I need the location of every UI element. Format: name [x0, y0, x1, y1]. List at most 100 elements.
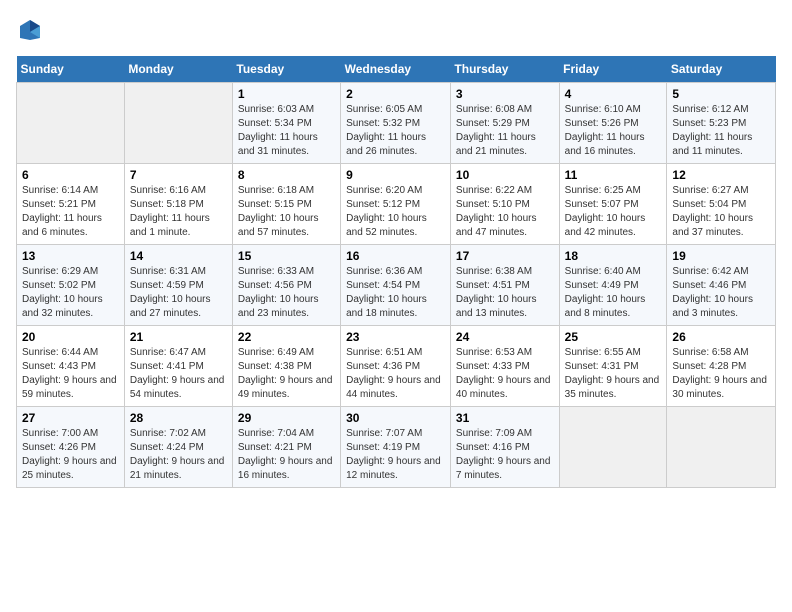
day-info: Sunrise: 6:03 AMSunset: 5:34 PMDaylight:… — [238, 103, 335, 159]
calendar-cell — [17, 83, 125, 164]
day-number: 28 — [130, 411, 227, 425]
day-number: 27 — [22, 411, 119, 425]
day-number: 3 — [456, 87, 554, 101]
day-number: 14 — [130, 249, 227, 263]
day-number: 31 — [456, 411, 554, 425]
day-info: Sunrise: 6:40 AMSunset: 4:49 PMDaylight:… — [565, 265, 662, 321]
calendar-cell: 30 Sunrise: 7:07 AMSunset: 4:19 PMDayligh… — [341, 407, 451, 488]
calendar-cell: 16Sunrise: 6:36 AMSunset: 4:54 PMDayligh… — [341, 245, 451, 326]
day-header-monday: Monday — [124, 56, 232, 83]
day-number: 4 — [565, 87, 662, 101]
day-number: 18 — [565, 249, 662, 263]
calendar-cell: 9 Sunrise: 6:20 AMSunset: 5:12 PMDaylight… — [341, 164, 451, 245]
day-info: Sunrise: 6:16 AMSunset: 5:18 PMDaylight:… — [130, 184, 227, 240]
calendar-week-4: 20 Sunrise: 6:44 AMSunset: 4:43 PMDayligh… — [17, 326, 776, 407]
day-info: Sunrise: 6:33 AMSunset: 4:56 PMDaylight:… — [238, 265, 335, 321]
calendar-cell: 26 Sunrise: 6:58 AMSunset: 4:28 PMDayligh… — [667, 326, 776, 407]
calendar-cell: 15 Sunrise: 6:33 AMSunset: 4:56 PMDayligh… — [232, 245, 340, 326]
calendar-cell: 7 Sunrise: 6:16 AMSunset: 5:18 PMDaylight… — [124, 164, 232, 245]
day-number: 8 — [238, 168, 335, 182]
day-info: Sunrise: 7:02 AMSunset: 4:24 PMDaylight:… — [130, 427, 227, 483]
calendar-cell: 5 Sunrise: 6:12 AMSunset: 5:23 PMDaylight… — [667, 83, 776, 164]
day-number: 26 — [672, 330, 770, 344]
day-info: Sunrise: 6:47 AMSunset: 4:41 PMDaylight:… — [130, 346, 227, 402]
day-number: 24 — [456, 330, 554, 344]
day-info: Sunrise: 6:29 AMSunset: 5:02 PMDaylight:… — [22, 265, 119, 321]
day-info: Sunrise: 7:00 AMSunset: 4:26 PMDaylight:… — [22, 427, 119, 483]
calendar-cell: 14 Sunrise: 6:31 AMSunset: 4:59 PMDayligh… — [124, 245, 232, 326]
calendar-cell: 2Sunrise: 6:05 AMSunset: 5:32 PMDaylight… — [341, 83, 451, 164]
page-header — [16, 16, 776, 44]
calendar-cell: 21 Sunrise: 6:47 AMSunset: 4:41 PMDayligh… — [124, 326, 232, 407]
calendar-cell: 17 Sunrise: 6:38 AMSunset: 4:51 PMDayligh… — [450, 245, 559, 326]
day-info: Sunrise: 6:27 AMSunset: 5:04 PMDaylight:… — [672, 184, 770, 240]
day-info: Sunrise: 7:04 AMSunset: 4:21 PMDaylight:… — [238, 427, 335, 483]
calendar-cell: 4Sunrise: 6:10 AMSunset: 5:26 PMDaylight… — [559, 83, 667, 164]
day-number: 21 — [130, 330, 227, 344]
day-info: Sunrise: 6:12 AMSunset: 5:23 PMDaylight:… — [672, 103, 770, 159]
logo-icon — [16, 16, 44, 44]
day-info: Sunrise: 6:14 AMSunset: 5:21 PMDaylight:… — [22, 184, 119, 240]
day-info: Sunrise: 6:51 AMSunset: 4:36 PMDaylight:… — [346, 346, 445, 402]
day-info: Sunrise: 6:53 AMSunset: 4:33 PMDaylight:… — [456, 346, 554, 402]
day-number: 1 — [238, 87, 335, 101]
calendar-cell — [667, 407, 776, 488]
day-info: Sunrise: 6:42 AMSunset: 4:46 PMDaylight:… — [672, 265, 770, 321]
logo — [16, 16, 48, 44]
calendar-cell: 1 Sunrise: 6:03 AMSunset: 5:34 PMDaylight… — [232, 83, 340, 164]
calendar-week-2: 6 Sunrise: 6:14 AMSunset: 5:21 PMDaylight… — [17, 164, 776, 245]
calendar-cell: 8 Sunrise: 6:18 AMSunset: 5:15 PMDaylight… — [232, 164, 340, 245]
calendar-cell: 20 Sunrise: 6:44 AMSunset: 4:43 PMDayligh… — [17, 326, 125, 407]
day-number: 23 — [346, 330, 445, 344]
calendar-cell — [124, 83, 232, 164]
day-number: 17 — [456, 249, 554, 263]
day-header-friday: Friday — [559, 56, 667, 83]
day-header-wednesday: Wednesday — [341, 56, 451, 83]
calendar-cell: 3 Sunrise: 6:08 AMSunset: 5:29 PMDaylight… — [450, 83, 559, 164]
day-number: 9 — [346, 168, 445, 182]
calendar-cell: 12 Sunrise: 6:27 AMSunset: 5:04 PMDayligh… — [667, 164, 776, 245]
day-info: Sunrise: 7:09 AMSunset: 4:16 PMDaylight:… — [456, 427, 554, 483]
day-info: Sunrise: 6:05 AMSunset: 5:32 PMDaylight:… — [346, 103, 445, 159]
day-header-sunday: Sunday — [17, 56, 125, 83]
calendar-cell: 18 Sunrise: 6:40 AMSunset: 4:49 PMDayligh… — [559, 245, 667, 326]
day-number: 13 — [22, 249, 119, 263]
day-info: Sunrise: 6:18 AMSunset: 5:15 PMDaylight:… — [238, 184, 335, 240]
day-info: Sunrise: 6:58 AMSunset: 4:28 PMDaylight:… — [672, 346, 770, 402]
calendar-cell: 13 Sunrise: 6:29 AMSunset: 5:02 PMDayligh… — [17, 245, 125, 326]
day-info: Sunrise: 6:31 AMSunset: 4:59 PMDaylight:… — [130, 265, 227, 321]
calendar-cell: 27 Sunrise: 7:00 AMSunset: 4:26 PMDayligh… — [17, 407, 125, 488]
day-header-tuesday: Tuesday — [232, 56, 340, 83]
day-number: 15 — [238, 249, 335, 263]
calendar-cell: 6 Sunrise: 6:14 AMSunset: 5:21 PMDaylight… — [17, 164, 125, 245]
day-number: 16 — [346, 249, 445, 263]
day-info: Sunrise: 6:20 AMSunset: 5:12 PMDaylight:… — [346, 184, 445, 240]
calendar-cell: 24 Sunrise: 6:53 AMSunset: 4:33 PMDayligh… — [450, 326, 559, 407]
day-info: Sunrise: 6:22 AMSunset: 5:10 PMDaylight:… — [456, 184, 554, 240]
day-info: Sunrise: 6:49 AMSunset: 4:38 PMDaylight:… — [238, 346, 335, 402]
day-header-saturday: Saturday — [667, 56, 776, 83]
calendar-week-1: 1 Sunrise: 6:03 AMSunset: 5:34 PMDaylight… — [17, 83, 776, 164]
day-number: 11 — [565, 168, 662, 182]
day-number: 7 — [130, 168, 227, 182]
day-info: Sunrise: 6:25 AMSunset: 5:07 PMDaylight:… — [565, 184, 662, 240]
day-header-thursday: Thursday — [450, 56, 559, 83]
header-row: SundayMondayTuesdayWednesdayThursdayFrid… — [17, 56, 776, 83]
calendar-header: SundayMondayTuesdayWednesdayThursdayFrid… — [17, 56, 776, 83]
calendar-body: 1 Sunrise: 6:03 AMSunset: 5:34 PMDaylight… — [17, 83, 776, 488]
day-number: 12 — [672, 168, 770, 182]
day-info: Sunrise: 6:44 AMSunset: 4:43 PMDaylight:… — [22, 346, 119, 402]
day-info: Sunrise: 6:38 AMSunset: 4:51 PMDaylight:… — [456, 265, 554, 321]
day-number: 20 — [22, 330, 119, 344]
day-number: 5 — [672, 87, 770, 101]
day-number: 30 — [346, 411, 445, 425]
day-info: Sunrise: 7:07 AMSunset: 4:19 PMDaylight:… — [346, 427, 445, 483]
day-number: 6 — [22, 168, 119, 182]
calendar-cell: 19 Sunrise: 6:42 AMSunset: 4:46 PMDayligh… — [667, 245, 776, 326]
calendar-cell: 31 Sunrise: 7:09 AMSunset: 4:16 PMDayligh… — [450, 407, 559, 488]
day-number: 19 — [672, 249, 770, 263]
day-info: Sunrise: 6:08 AMSunset: 5:29 PMDaylight:… — [456, 103, 554, 159]
day-info: Sunrise: 6:55 AMSunset: 4:31 PMDaylight:… — [565, 346, 662, 402]
calendar-cell: 23 Sunrise: 6:51 AMSunset: 4:36 PMDayligh… — [341, 326, 451, 407]
day-number: 22 — [238, 330, 335, 344]
